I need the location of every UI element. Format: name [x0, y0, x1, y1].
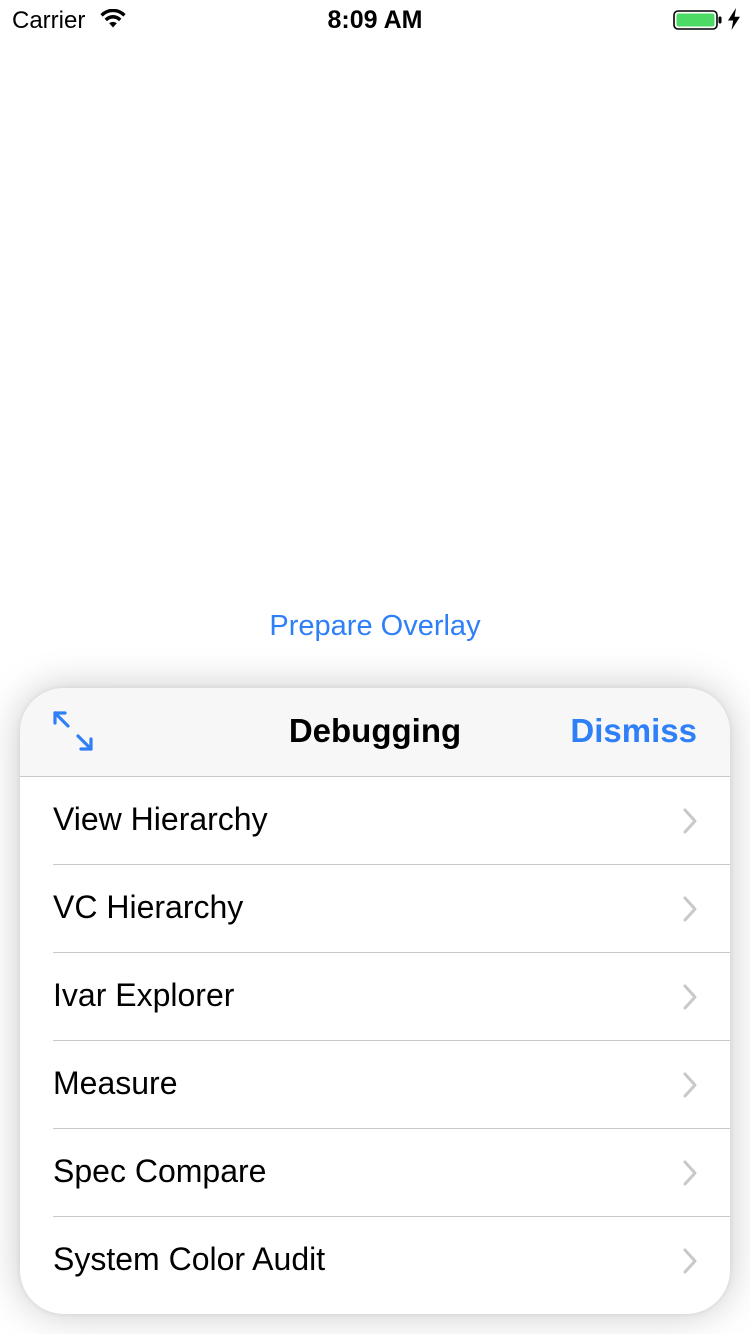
debug-panel: Debugging Dismiss View Hierarchy VC Hier…	[20, 688, 730, 1314]
status-time: 8:09 AM	[327, 6, 423, 34]
chevron-right-icon	[683, 984, 697, 1010]
list-item-label: VC Hierarchy	[53, 889, 244, 925]
list-item-label: System Color Audit	[53, 1241, 326, 1277]
bolt-icon	[728, 8, 740, 30]
list-item-spec-compare[interactable]: Spec Compare	[20, 1129, 730, 1217]
chevron-right-icon	[683, 808, 697, 834]
debug-tools-list: View Hierarchy VC Hierarchy Ivar Explore…	[20, 777, 730, 1305]
list-item-label: Spec Compare	[53, 1153, 267, 1189]
list-item-view-hierarchy[interactable]: View Hierarchy	[20, 777, 730, 865]
status-bar: Carrier 8:09 AM	[0, 0, 750, 40]
prepare-overlay-link[interactable]: Prepare Overlay	[0, 610, 750, 643]
chevron-right-icon	[683, 1072, 697, 1098]
panel-header: Debugging Dismiss	[20, 688, 730, 777]
chevron-right-icon	[683, 1160, 697, 1186]
screen: Carrier 8:09 AM Prepare Overlay Debuggin…	[0, 0, 750, 1334]
battery-icon	[673, 10, 722, 30]
chevron-right-icon	[683, 896, 697, 922]
chevron-right-icon	[683, 1248, 697, 1274]
dismiss-button[interactable]: Dismiss	[570, 712, 697, 750]
list-item-label: Ivar Explorer	[53, 977, 235, 1013]
list-item-ivar-explorer[interactable]: Ivar Explorer	[20, 953, 730, 1041]
list-item-label: View Hierarchy	[53, 801, 268, 837]
list-item-system-color-audit[interactable]: System Color Audit	[20, 1217, 730, 1305]
list-item-label: Measure	[53, 1065, 178, 1101]
list-item-vc-hierarchy[interactable]: VC Hierarchy	[20, 865, 730, 953]
list-item-measure[interactable]: Measure	[20, 1041, 730, 1129]
